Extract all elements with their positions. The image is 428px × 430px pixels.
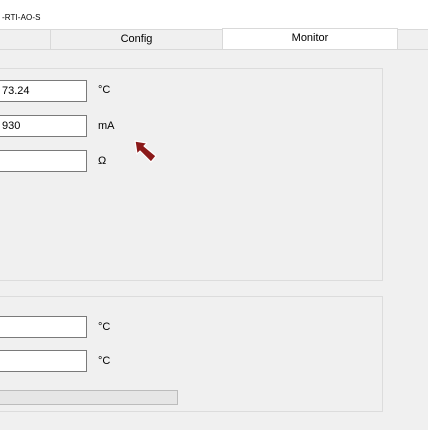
temperature-field-3[interactable] [0, 350, 87, 372]
window-title: -RTI-AO-S [2, 13, 41, 22]
monitor-panel: 73.24 °C 930 mA Ω °C °C [0, 49, 428, 430]
resistance-field[interactable] [0, 150, 87, 172]
current-unit: mA [98, 120, 115, 132]
mouse-pointer-icon [134, 140, 157, 163]
temperature-field[interactable]: 73.24 [0, 80, 87, 102]
temperature-unit: °C [98, 84, 111, 96]
tab-monitor[interactable]: Monitor [222, 28, 398, 50]
resistance-unit: Ω [98, 155, 107, 167]
app-window: -RTI-AO-S Config Monitor 73.24 °C 930 mA… [0, 0, 428, 430]
tab-partial-right[interactable] [397, 29, 428, 49]
tab-strip: Config Monitor [0, 28, 428, 50]
title-bar: -RTI-AO-S [0, 0, 428, 28]
temperature-unit-3: °C [98, 355, 111, 367]
tab-partial-left[interactable] [0, 29, 51, 49]
progress-bar [0, 390, 178, 405]
measurement-group: 73.24 °C 930 mA Ω [0, 68, 383, 281]
temperature-field-2[interactable] [0, 316, 87, 338]
temperature-unit-2: °C [98, 321, 111, 333]
secondary-group: °C °C [0, 296, 383, 412]
current-field[interactable]: 930 [0, 115, 87, 137]
tab-config[interactable]: Config [50, 29, 223, 49]
